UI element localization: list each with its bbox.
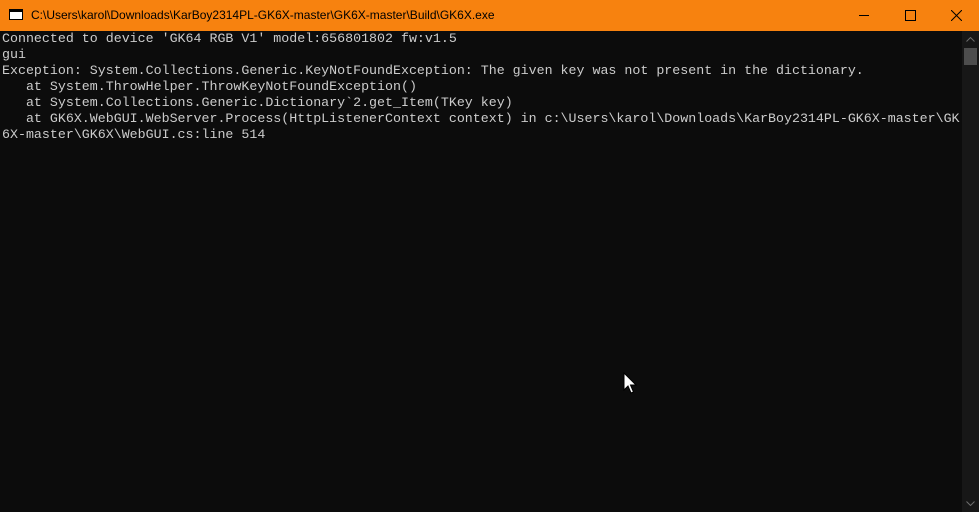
minimize-button[interactable] [841,0,887,31]
close-icon [951,10,962,21]
close-button[interactable] [933,0,979,31]
scroll-up-arrow-icon [966,37,975,42]
mouse-pointer-icon [623,372,637,394]
scroll-up-button[interactable] [962,31,979,48]
scroll-down-button[interactable] [962,495,979,512]
console-window: C:\Users\karol\Downloads\KarBoy2314PL-GK… [0,0,979,512]
scroll-thumb[interactable] [964,48,977,65]
console-line: at GK6X.WebGUI.WebServer.Process(HttpLis… [2,111,960,126]
console-output[interactable]: Connected to device 'GK64 RGB V1' model:… [0,31,962,512]
maximize-icon [905,10,916,21]
scroll-down-arrow-icon [966,501,975,506]
title-bar[interactable]: C:\Users\karol\Downloads\KarBoy2314PL-GK… [0,0,979,31]
window-title: C:\Users\karol\Downloads\KarBoy2314PL-GK… [31,8,495,22]
console-line: gui [2,47,26,62]
console-line: 6X-master\GK6X\WebGUI.cs:line 514 [2,127,266,142]
console-app-icon[interactable] [9,9,23,20]
vertical-scrollbar[interactable] [962,31,979,512]
console-line: Connected to device 'GK64 RGB V1' model:… [2,31,457,46]
console-line: Exception: System.Collections.Generic.Ke… [2,63,864,78]
maximize-button[interactable] [887,0,933,31]
console-line: at System.Collections.Generic.Dictionary… [2,95,513,110]
minimize-icon [859,15,869,16]
console-line: at System.ThrowHelper.ThrowKeyNotFoundEx… [2,79,417,94]
